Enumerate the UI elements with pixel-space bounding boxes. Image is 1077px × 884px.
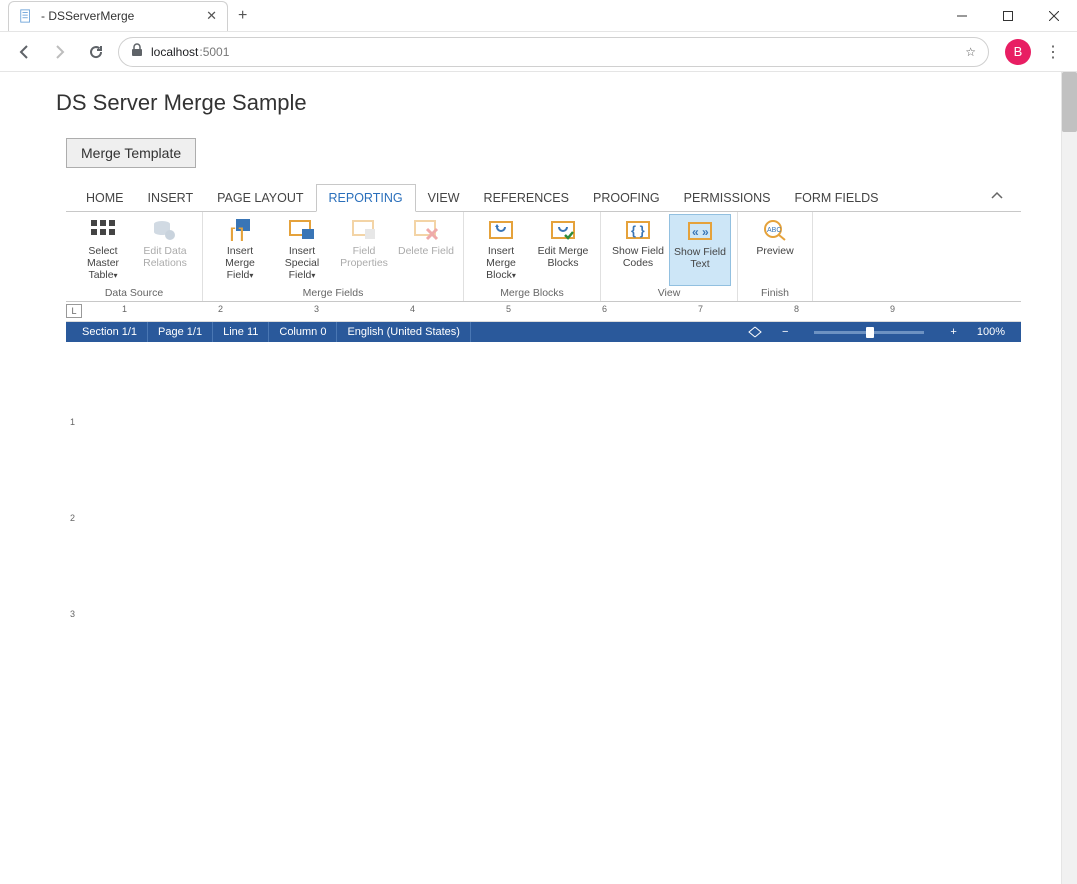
group-label: Merge Blocks [470, 287, 594, 301]
field-properties-button[interactable]: Field Properties [333, 214, 395, 286]
zoom-slider[interactable] [798, 322, 940, 342]
rib-label: Show Field Text [672, 246, 728, 270]
ribbon-group-merge-fields: [ ] Insert Merge Field▾ Insert Special F… [203, 212, 464, 301]
new-tab-button[interactable]: + [238, 7, 247, 25]
edit-data-relations-button[interactable]: Edit Data Relations [134, 214, 196, 286]
ribbon-tab-home[interactable]: HOME [74, 185, 136, 211]
zoom-percent[interactable]: 100% [967, 322, 1015, 342]
lock-icon [131, 43, 143, 60]
rib-label: Edit Data Relations [136, 245, 194, 269]
minimize-button[interactable] [939, 0, 985, 32]
special-field-icon [287, 217, 317, 243]
bookmark-star-icon[interactable]: ☆ [965, 45, 976, 59]
profile-avatar[interactable]: B [1005, 39, 1031, 65]
delete-field-button[interactable]: Delete Field [395, 214, 457, 286]
block-cycle-icon [486, 217, 516, 243]
rib-label: Delete Field [398, 245, 454, 257]
svg-text:ABC: ABC [767, 227, 781, 234]
ribbon-group-finish: ABC Preview Finish [738, 212, 813, 301]
insert-special-field-button[interactable]: Insert Special Field▾ [271, 214, 333, 286]
tab-alignment-button[interactable]: L [66, 304, 82, 318]
edit-merge-blocks-button[interactable]: Edit Merge Blocks [532, 214, 594, 286]
ribbon-tab-insert[interactable]: INSERT [136, 185, 206, 211]
group-label: Finish [744, 287, 806, 301]
ruler-ticks: 1 2 3 4 5 6 7 8 9 [122, 302, 1021, 321]
svg-text:[ ]: [ ] [230, 226, 244, 241]
rib-label: Edit Merge Blocks [534, 245, 592, 269]
ribbon-group-merge-blocks: Insert Merge Block▾ Edit Merge Blocks Me… [464, 212, 601, 301]
status-page: Page 1/1 [148, 322, 213, 342]
group-label: Merge Fields [209, 287, 457, 301]
group-label: Data Source [72, 287, 196, 301]
rib-label: Field Properties [335, 245, 393, 269]
track-changes-icon[interactable] [738, 322, 772, 342]
status-language[interactable]: English (United States) [337, 322, 471, 342]
forward-button[interactable] [46, 38, 74, 66]
ribbon-body: Select Master Table▾ Edit Data Relations… [66, 212, 1021, 302]
database-gear-icon [150, 217, 180, 243]
browser-tab[interactable]: - DSServerMerge ✕ [8, 1, 228, 31]
page-viewport: DS Server Merge Sample Merge Template HO… [0, 72, 1077, 884]
svg-text:{ }: { } [631, 223, 645, 238]
maximize-button[interactable] [985, 0, 1031, 32]
page-favicon [19, 9, 33, 23]
close-window-button[interactable] [1031, 0, 1077, 32]
insert-merge-block-button[interactable]: Insert Merge Block▾ [470, 214, 532, 286]
ribbon-collapse-button[interactable] [981, 186, 1013, 209]
ribbon-tab-reporting[interactable]: REPORTING [316, 184, 416, 212]
guillemets-icon: « » [685, 218, 715, 244]
reload-button[interactable] [82, 38, 110, 66]
url-path: :5001 [199, 45, 229, 59]
rib-label: Preview [756, 245, 793, 257]
preview-button[interactable]: ABC Preview [744, 214, 806, 286]
ribbon-tab-proofing[interactable]: PROOFING [581, 185, 672, 211]
ribbon-tab-view[interactable]: VIEW [416, 185, 472, 211]
ribbon-tabstrip: HOME INSERT PAGE LAYOUT REPORTING VIEW R… [66, 184, 1021, 212]
magnify-abc-icon: ABC [760, 217, 790, 243]
show-field-codes-button[interactable]: { } Show Field Codes [607, 214, 669, 286]
group-label: View [607, 287, 731, 301]
status-column: Column 0 [269, 322, 337, 342]
status-line: Line 11 [213, 322, 269, 342]
delete-x-icon [411, 217, 441, 243]
ribbon-tab-form-fields[interactable]: FORM FIELDS [782, 185, 890, 211]
page-scrollbar[interactable] [1061, 72, 1077, 884]
grid-icon [88, 217, 118, 243]
tab-title: - DSServerMerge [41, 9, 134, 23]
braces-icon: { } [623, 217, 653, 243]
close-tab-icon[interactable]: ✕ [206, 8, 217, 24]
back-button[interactable] [10, 38, 38, 66]
zoom-slider-thumb[interactable] [866, 327, 874, 338]
address-input[interactable]: localhost:5001 ☆ [118, 37, 989, 67]
page-title: DS Server Merge Sample [0, 72, 1077, 128]
ribbon-tab-page-layout[interactable]: PAGE LAYOUT [205, 185, 315, 211]
ribbon-tab-permissions[interactable]: PERMISSIONS [672, 185, 783, 211]
show-field-text-button[interactable]: « » Show Field Text [669, 214, 731, 286]
url-host: localhost [151, 45, 198, 59]
insert-merge-field-button[interactable]: [ ] Insert Merge Field▾ [209, 214, 271, 286]
page-scroll-thumb[interactable] [1062, 72, 1077, 132]
status-section: Section 1/1 [72, 322, 148, 342]
rib-label: Show Field Codes [609, 245, 667, 269]
merge-template-button[interactable]: Merge Template [66, 138, 196, 168]
browser-menu-button[interactable]: ⋮ [1039, 42, 1067, 62]
horizontal-ruler[interactable]: L 1 2 3 4 5 6 7 8 9 [66, 302, 1021, 322]
zoom-out-button[interactable]: − [772, 322, 798, 342]
window-titlebar: - DSServerMerge ✕ + [0, 0, 1077, 32]
properties-icon [349, 217, 379, 243]
merge-field-icon: [ ] [225, 217, 255, 243]
zoom-in-button[interactable]: + [940, 322, 966, 342]
ribbon: HOME INSERT PAGE LAYOUT REPORTING VIEW R… [66, 184, 1021, 302]
ribbon-tab-references[interactable]: REFERENCES [472, 185, 581, 211]
window-controls [939, 0, 1077, 32]
svg-text:« »: « » [692, 225, 709, 239]
address-bar: localhost:5001 ☆ B ⋮ [0, 32, 1077, 72]
status-bar: Section 1/1 Page 1/1 Line 11 Column 0 En… [66, 322, 1021, 342]
block-check-icon [548, 217, 578, 243]
ribbon-group-view: { } Show Field Codes « » Show Field Text… [601, 212, 738, 301]
select-master-table-button[interactable]: Select Master Table▾ [72, 214, 134, 286]
ribbon-group-data-source: Select Master Table▾ Edit Data Relations… [66, 212, 203, 301]
